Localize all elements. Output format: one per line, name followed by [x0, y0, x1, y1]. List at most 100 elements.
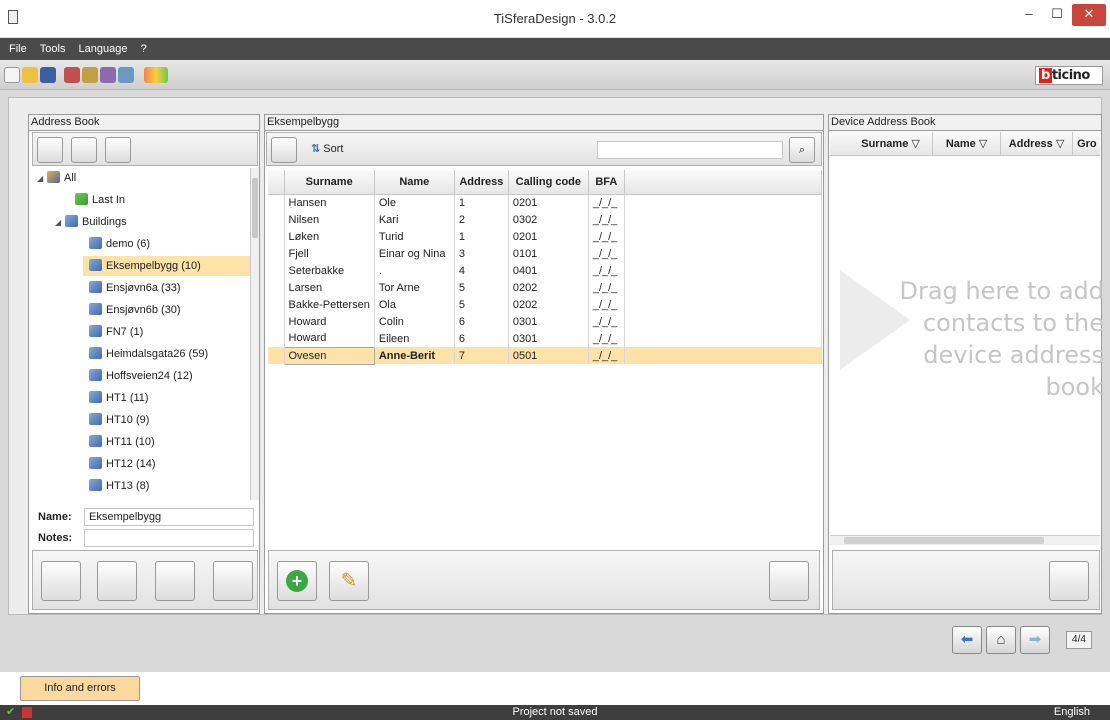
tree-node-building[interactable]: FN7 (1) — [37, 322, 250, 342]
new-file-icon[interactable] — [4, 67, 20, 83]
building-icon — [89, 457, 102, 469]
scrollbar-thumb[interactable] — [252, 178, 258, 238]
export-icon[interactable] — [105, 137, 131, 163]
notes-field[interactable] — [84, 529, 254, 547]
table-row[interactable]: Hansen Ole 1 0201 _/_/_ — [268, 194, 823, 211]
home-icon[interactable]: ⌂ — [986, 626, 1016, 654]
column-header-name[interactable]: Name — [374, 170, 455, 195]
maximize-button[interactable]: ☐ — [1044, 4, 1070, 26]
building-icon — [89, 259, 102, 271]
forward-arrow-icon[interactable]: ➡ — [1020, 626, 1050, 654]
tree-node-building[interactable]: Ensjøvn6a (33) — [37, 278, 250, 298]
tree-node-building[interactable]: HT12 (14) — [37, 454, 250, 474]
tree-node-building[interactable]: HT11 (10) — [37, 432, 250, 452]
tree-node-buildings[interactable]: ◢ Buildings — [37, 212, 250, 232]
configure-icon[interactable] — [100, 67, 116, 83]
add-building-icon[interactable] — [41, 561, 81, 601]
filter-icon[interactable]: ▽ — [1056, 138, 1064, 150]
tree-node-building[interactable]: Ensjøvn6b (30) — [37, 300, 250, 320]
receive-icon[interactable] — [82, 67, 98, 83]
building-icon — [89, 479, 102, 491]
tree-node-building[interactable]: demo (6) — [37, 234, 250, 254]
table-row[interactable]: Seterbakke. 4 0401 _/_/_ — [268, 262, 823, 279]
table-row[interactable]: Løken Turid 1 0201 _/_/_ — [268, 228, 823, 245]
import-icon[interactable] — [71, 137, 97, 163]
column-header-group[interactable]: Gro — [1073, 132, 1097, 155]
send-icon[interactable] — [64, 67, 80, 83]
trash-icon[interactable] — [769, 561, 809, 601]
tree-node-building[interactable]: HT10 (9) — [37, 410, 250, 430]
tree-scrollbar[interactable] — [250, 168, 259, 500]
tree-node-building[interactable]: Hoffsveien24 (12) — [37, 366, 250, 386]
tree-node-last-in[interactable]: Last In — [37, 190, 250, 210]
tree-node-building[interactable]: Eksempelbygg (10) — [83, 256, 250, 276]
tree-node-building[interactable]: HT1 (11) — [37, 388, 250, 408]
building-icon — [65, 215, 78, 227]
column-header-bfa[interactable]: BFA — [588, 170, 625, 195]
building-icon — [89, 303, 102, 315]
table-row[interactable]: Larsen Tor Arne 5 0202 _/_/_ — [268, 279, 823, 296]
close-button[interactable]: ✕ — [1072, 4, 1106, 26]
status-message: Project not saved — [512, 706, 598, 718]
column-header-address[interactable]: Address — [454, 170, 509, 195]
column-header-calling-code[interactable]: Calling code — [508, 170, 589, 195]
tree-node-building[interactable]: HT13 (8) — [37, 476, 250, 496]
table-row[interactable]: Howard Eileen 6 0301 _/_/_ — [268, 330, 823, 347]
name-field[interactable]: Eksempelbygg — [84, 508, 254, 526]
device-horizontal-scrollbar[interactable] — [830, 535, 1100, 545]
table-row[interactable]: Nilsen Kari 2 0302 _/_/_ — [268, 211, 823, 228]
collapse-icon[interactable]: ◢ — [55, 213, 65, 233]
tree-node-all[interactable]: ◢ All — [37, 168, 250, 188]
column-header-surname[interactable]: Surname ▽ — [849, 132, 934, 155]
column-header-name[interactable]: Name ▽ — [933, 132, 1002, 155]
open-folder-icon[interactable] — [22, 67, 38, 83]
building-tree: ◢ All Last In ◢ Buildings demo (6) Eksempe… — [37, 168, 250, 500]
minimize-button[interactable]: – — [1016, 4, 1042, 26]
toolbar — [0, 60, 1110, 90]
notes-label: Notes: — [38, 532, 73, 544]
column-header-surname[interactable]: Surname — [284, 170, 375, 195]
device-icon[interactable] — [118, 67, 134, 83]
bticino-logo: b ticino — [1035, 66, 1103, 85]
tree-node-building[interactable]: Heimdalsgata26 (59) — [37, 344, 250, 364]
back-arrow-icon[interactable]: ⬅ — [952, 626, 982, 654]
search-input[interactable] — [597, 141, 783, 159]
menu-language[interactable]: Language — [74, 38, 133, 60]
add-houses-icon[interactable] — [97, 561, 137, 601]
table-row[interactable]: Howard Colin 6 0301 _/_/_ — [268, 313, 823, 330]
table-row[interactable]: Bakke-Pettersen Ola 5 0202 _/_/_ — [268, 296, 823, 313]
trash-icon[interactable] — [1049, 561, 1089, 601]
building-icon — [89, 237, 102, 249]
menu-bar: File Tools Language ? — [0, 38, 1110, 60]
sort-button[interactable]: ⇅ Sort — [311, 142, 343, 155]
device-title: Device Address Book — [829, 115, 1101, 131]
menu-help[interactable]: ? — [136, 38, 152, 60]
table-row-selected[interactable]: Ovesen Anne-Berit 7 0501 _/_/_ — [268, 346, 823, 365]
collapse-icon[interactable]: ◢ — [37, 169, 47, 189]
device-actions — [832, 550, 1100, 610]
add-contact-icon[interactable]: + — [277, 561, 317, 601]
edit-pencil-icon[interactable]: ✎ — [329, 561, 369, 601]
search-icon[interactable]: ⌕ — [789, 137, 815, 163]
menu-file[interactable]: File — [4, 38, 32, 60]
filter-icon[interactable]: ▽ — [979, 138, 987, 150]
sort-icon: ⇅ — [311, 143, 321, 155]
column-header-address[interactable]: Address ▽ — [1001, 132, 1074, 155]
tools-dropdown-icon[interactable] — [144, 67, 168, 83]
filter-icon[interactable]: ▽ — [911, 138, 919, 150]
open-book-icon[interactable] — [37, 137, 63, 163]
building-icon — [89, 325, 102, 337]
scrollbar-thumb[interactable] — [844, 537, 1044, 544]
name-label: Name: — [38, 511, 72, 523]
open-book-icon[interactable] — [271, 137, 297, 163]
language-indicator[interactable]: English — [1054, 705, 1090, 720]
building-icon — [89, 369, 102, 381]
last-in-icon — [75, 193, 88, 205]
table-row[interactable]: Fjell Einar og Nina 3 0101 _/_/_ — [268, 245, 823, 262]
info-and-errors-tab[interactable]: Info and errors — [20, 676, 140, 701]
menu-tools[interactable]: Tools — [35, 38, 71, 60]
trash-icon[interactable] — [213, 561, 253, 601]
add-house-icon[interactable] — [155, 561, 195, 601]
plus-icon: + — [286, 570, 308, 592]
save-icon[interactable] — [40, 67, 56, 83]
